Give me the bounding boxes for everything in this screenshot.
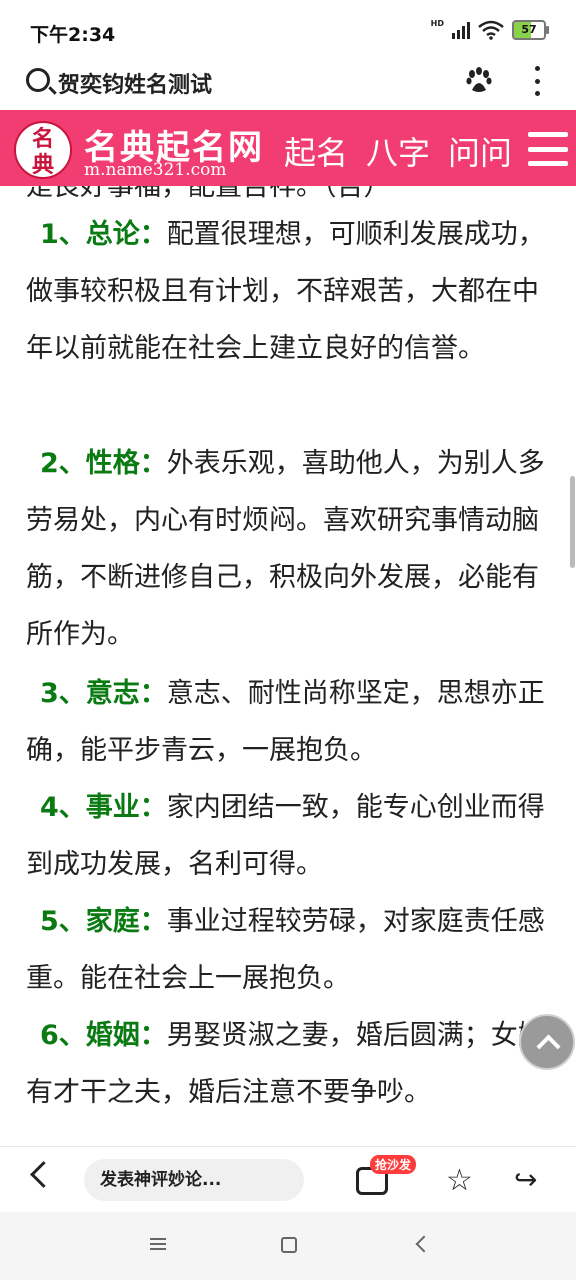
paw-icon[interactable] bbox=[464, 66, 494, 96]
status-time: 下午2:34 bbox=[30, 24, 116, 46]
site-nav: 起名 八字 问问 bbox=[284, 128, 512, 174]
menu-icon[interactable] bbox=[528, 132, 568, 166]
search-query-text[interactable]: 贺奕钧姓名测试 bbox=[58, 67, 212, 99]
comment-badge: 抢沙发 bbox=[370, 1155, 417, 1174]
search-icon[interactable] bbox=[26, 68, 50, 92]
more-options-icon[interactable] bbox=[532, 66, 542, 96]
nav-item-wenwen[interactable]: 问问 bbox=[448, 128, 512, 174]
section-heading: 4、事业： bbox=[40, 792, 167, 823]
section-xingge: 2、性格：外表乐观，喜助他人，为别人多劳易处，内心有时烦闷。喜欢研究事情动脑筋，… bbox=[26, 435, 546, 663]
network-type-label: HD bbox=[430, 18, 444, 28]
section-heading: 3、意志： bbox=[40, 678, 167, 709]
nav-item-bazi[interactable]: 八字 bbox=[366, 128, 430, 174]
section-jiating: 5、家庭：事业过程较劳碌，对家庭责任感重。能在社会上一展抱负。 bbox=[26, 893, 546, 1007]
home-icon[interactable] bbox=[281, 1237, 297, 1253]
scrollbar-thumb[interactable] bbox=[570, 476, 575, 568]
recent-apps-icon[interactable] bbox=[150, 1238, 166, 1250]
bottom-toolbar: 发表神评妙论... 抢沙发 ☆ ↪ bbox=[0, 1146, 576, 1213]
site-header: 名典 名典起名网 m.name321.com 起名 八字 问问 bbox=[0, 110, 576, 186]
section-hunyin: 6、婚姻：男娶贤淑之妻，婚后圆满；女嫁有才干之夫，婚后注意不要争吵。 bbox=[26, 1007, 546, 1121]
section-heading: 2、性格： bbox=[40, 448, 167, 479]
signal-icon bbox=[452, 21, 470, 39]
system-back-icon[interactable] bbox=[415, 1235, 433, 1253]
share-icon[interactable]: ↪ bbox=[514, 1163, 537, 1196]
section-zonglun: 1、总论：配置很理想，可顺利发展成功，做事较积极且有计划，不辞艰苦，大都在中年以… bbox=[26, 206, 546, 377]
logo-seal[interactable]: 名典 bbox=[14, 121, 72, 179]
section-shiye: 4、事业：家内团结一致，能专心创业而得到成功发展，名利可得。 bbox=[26, 779, 546, 893]
site-url: m.name321.com bbox=[84, 160, 227, 180]
wifi-icon bbox=[478, 20, 504, 40]
back-icon[interactable] bbox=[30, 1161, 57, 1188]
section-heading: 6、婚姻： bbox=[40, 1020, 167, 1051]
comment-input[interactable]: 发表神评妙论... bbox=[84, 1159, 304, 1201]
article-partial-line: 是良好事福，配置吉祥。（吉） bbox=[26, 186, 391, 202]
browser-search-bar[interactable]: 贺奕钧姓名测试 bbox=[0, 64, 576, 110]
section-heading: 1、总论： bbox=[40, 219, 167, 250]
system-nav-bar bbox=[0, 1212, 576, 1280]
star-icon[interactable]: ☆ bbox=[446, 1163, 473, 1198]
scroll-to-top-button[interactable] bbox=[519, 1014, 575, 1070]
status-icons: HD 57 bbox=[430, 18, 549, 40]
battery-icon: 57 bbox=[512, 20, 549, 40]
status-bar: 下午2:34 HD 57 bbox=[0, 0, 576, 64]
section-yizhi: 3、意志：意志、耐性尚称坚定，思想亦正确，能平步青云，一展抱负。 bbox=[26, 665, 546, 779]
section-heading: 5、家庭： bbox=[40, 906, 167, 937]
nav-item-qiming[interactable]: 起名 bbox=[284, 128, 348, 174]
article-content: 是良好事福，配置吉祥。（吉） 1、总论：配置很理想，可顺利发展成功，做事较积极且… bbox=[0, 186, 576, 1146]
